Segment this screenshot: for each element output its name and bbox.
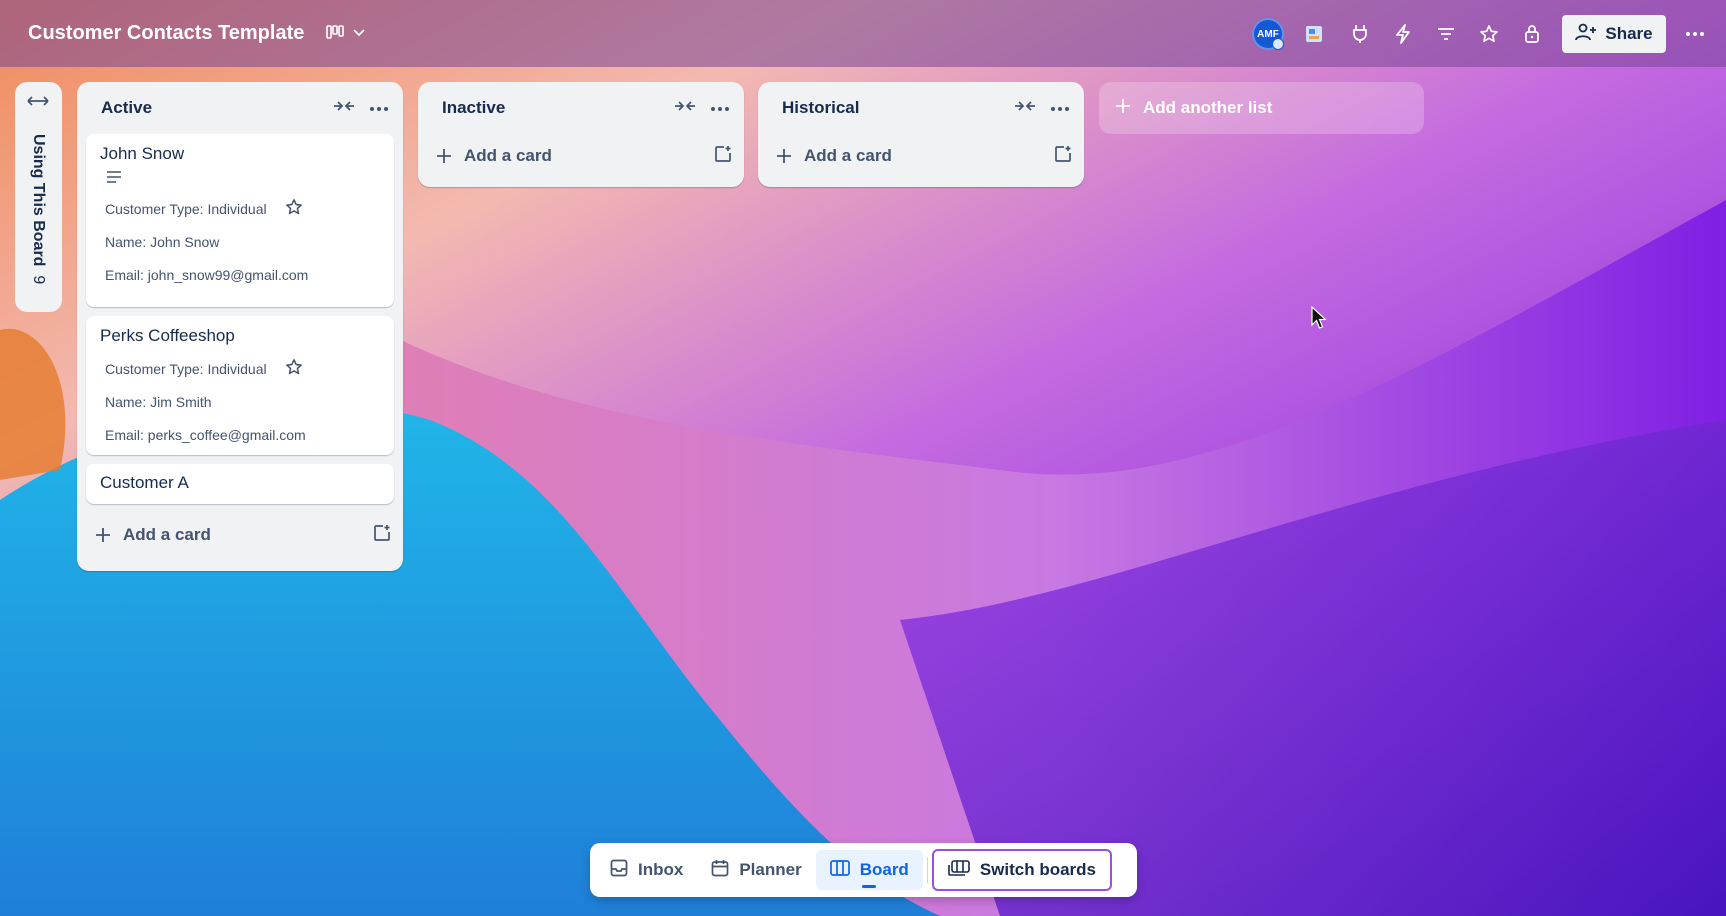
nav-planner[interactable]: Planner xyxy=(697,850,815,890)
list-title[interactable]: Inactive xyxy=(442,98,674,118)
bottom-navigation: Inbox Planner Board Switch boards xyxy=(590,843,1137,897)
board-title[interactable]: Customer Contacts Template xyxy=(28,22,304,45)
card-field-email: Email: perks_coffee@gmail.com xyxy=(105,426,306,443)
board-view-switcher[interactable] xyxy=(322,20,370,48)
plug-icon[interactable] xyxy=(1345,19,1375,49)
nav-inbox[interactable]: Inbox xyxy=(596,850,697,890)
lock-icon[interactable] xyxy=(1517,19,1547,49)
plus-icon xyxy=(1115,98,1131,119)
card-perks-coffeeshop[interactable]: Perks Coffeeshop Customer Type: Individu… xyxy=(86,316,394,455)
create-from-template-icon[interactable] xyxy=(1054,145,1072,168)
plus-icon xyxy=(776,148,792,164)
board-icon xyxy=(829,859,850,881)
create-from-template-icon[interactable] xyxy=(714,145,732,168)
calendar-icon xyxy=(711,859,729,882)
share-label: Share xyxy=(1605,24,1653,43)
list-more-icon[interactable] xyxy=(369,99,389,117)
card-field-customer-type: Customer Type: Individual xyxy=(100,352,380,385)
add-another-list-button[interactable]: Add another list xyxy=(1099,82,1424,134)
chevron-down-icon xyxy=(352,25,366,43)
nav-switch-boards-label: Switch boards xyxy=(979,860,1097,879)
share-button[interactable]: Share xyxy=(1562,15,1666,53)
nav-switch-boards[interactable]: Switch boards xyxy=(931,849,1113,891)
list-title[interactable]: Historical xyxy=(782,98,1014,118)
add-card-label: Add a card xyxy=(464,146,552,165)
list-title[interactable]: Active xyxy=(101,98,333,118)
card-field-customer-type: Customer Type: Individual xyxy=(100,192,380,225)
star-icon[interactable] xyxy=(1474,19,1504,49)
create-from-template-icon[interactable] xyxy=(373,524,391,547)
collapse-list-icon[interactable] xyxy=(674,99,696,118)
collapsed-list-using-this-board[interactable]: Using This Board 9 xyxy=(15,82,62,312)
collapsed-list-title: Using This Board 9 xyxy=(30,134,47,285)
list-header: Historical xyxy=(758,82,1084,134)
list-more-icon[interactable] xyxy=(1050,99,1070,117)
add-card-button[interactable]: Add a card xyxy=(77,513,403,557)
card-field-name: Name: John Snow xyxy=(105,233,220,250)
card-john-snow[interactable]: John Snow Customer Type: Individual Name… xyxy=(86,134,394,307)
add-list-label: Add another list xyxy=(1143,98,1273,117)
list-header: Inactive xyxy=(418,82,744,134)
card-title: Customer A xyxy=(100,473,189,492)
power-ups-icon[interactable] xyxy=(1299,19,1329,49)
collapse-list-icon[interactable] xyxy=(1014,99,1036,118)
card-customer-a[interactable]: Customer A xyxy=(86,464,394,504)
description-icon xyxy=(100,170,380,192)
add-card-button[interactable]: Add a card xyxy=(758,134,1084,178)
card-field-email: Email: john_snow99@gmail.com xyxy=(105,266,309,283)
avatar[interactable]: AMF xyxy=(1252,18,1284,50)
expand-list-icon[interactable] xyxy=(27,94,49,113)
nav-planner-label: Planner xyxy=(739,860,802,879)
add-card-label: Add a card xyxy=(123,525,211,544)
plus-icon xyxy=(95,527,111,543)
list-more-icon[interactable] xyxy=(710,99,730,117)
card-title: Perks Coffeeshop xyxy=(100,326,235,345)
filter-icon[interactable] xyxy=(1431,19,1461,49)
nav-board-label: Board xyxy=(859,860,909,879)
lightning-icon[interactable] xyxy=(1388,19,1418,49)
switch-boards-icon xyxy=(948,859,970,881)
list-inactive: Inactive Add a card xyxy=(418,82,744,187)
plus-icon xyxy=(436,148,452,164)
nav-board[interactable]: Board xyxy=(815,850,923,890)
star-icon[interactable] xyxy=(285,198,303,219)
nav-divider xyxy=(926,857,928,883)
board-view-icon xyxy=(326,24,344,44)
collapse-list-icon[interactable] xyxy=(333,99,355,118)
list-header: Active xyxy=(77,82,403,134)
mouse-cursor-icon xyxy=(1311,305,1328,335)
card-title: John Snow xyxy=(100,144,185,163)
add-card-button[interactable]: Add a card xyxy=(418,134,744,178)
add-card-label: Add a card xyxy=(804,146,892,165)
collapsed-list-count: 9 xyxy=(30,275,47,285)
avatar-admin-badge xyxy=(1272,38,1284,50)
star-icon[interactable] xyxy=(285,358,303,379)
list-active: Active John Snow Customer Type: Individu… xyxy=(77,82,403,571)
card-field-name: Name: Jim Smith xyxy=(105,393,212,410)
board-header: Customer Contacts Template AMF Share xyxy=(0,0,1726,67)
more-icon[interactable] xyxy=(1680,19,1710,49)
nav-inbox-label: Inbox xyxy=(638,860,684,879)
inbox-icon xyxy=(610,859,628,882)
list-historical: Historical Add a card xyxy=(758,82,1084,187)
add-member-icon xyxy=(1575,23,1597,46)
